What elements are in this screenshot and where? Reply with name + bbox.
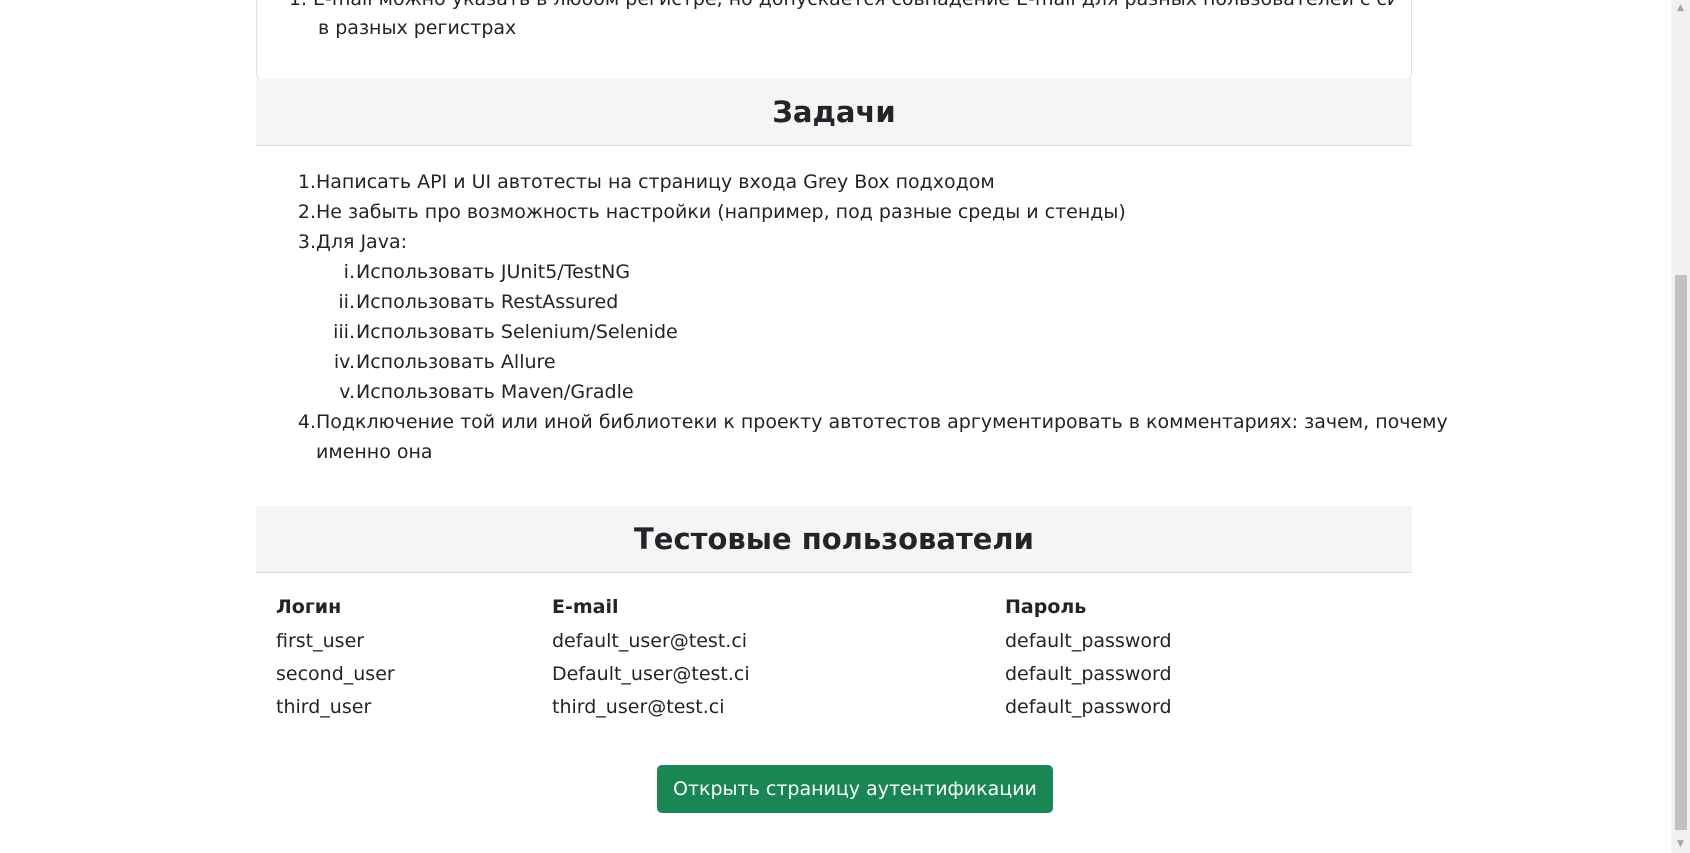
column-header-email: E-mail xyxy=(552,596,619,618)
task-text: Написать API и UI автотесты на страницу … xyxy=(316,171,995,193)
column-header-login: Логин xyxy=(276,596,342,618)
rules-item-continuation: в разных регистрах xyxy=(318,17,517,39)
rules-item-text: E-mail можно указать в любом регистре, н… xyxy=(313,0,1395,10)
tasks-section-header: Задачи xyxy=(256,79,1412,146)
task-item-continuation-row: именно она xyxy=(256,437,1412,467)
task-item: 2. Не забыть про возможность настройки (… xyxy=(256,197,1412,227)
java-subitem-number: iii. xyxy=(333,321,355,343)
users-section-header: Тестовые пользователи xyxy=(256,506,1412,573)
java-subitem-text: Использовать Selenium/Selenide xyxy=(356,321,678,343)
java-subitem-number: v. xyxy=(339,381,355,403)
rules-list-item: 1. E-mail можно указать в любом регистре,… xyxy=(285,0,1395,14)
email-cell: default_user@test.ci xyxy=(552,630,748,652)
java-subitem-text: Использовать Maven/Gradle xyxy=(356,381,634,403)
task-text: Для Java: xyxy=(316,231,407,253)
java-subitem: v. Использовать Maven/Gradle xyxy=(256,377,1412,407)
java-subitem-number: iv. xyxy=(333,351,355,373)
main-container: 1. E-mail можно указать в любом регистре,… xyxy=(256,0,1448,853)
login-cell: third_user xyxy=(276,696,372,718)
column-header-password: Пароль xyxy=(1005,596,1087,618)
task-text: Подключение той или иной библиотеки к пр… xyxy=(316,411,1448,433)
scroll-down-arrow-icon[interactable]: ▼ xyxy=(1671,836,1690,853)
vertical-scrollbar[interactable]: ▲ ▼ xyxy=(1671,0,1690,853)
task-number: 3. xyxy=(297,231,316,253)
java-subitem-text: Использовать Allure xyxy=(356,351,556,373)
task-item: 4. Подключение той или иной библиотеки к… xyxy=(256,407,1448,437)
java-subitem-number: ii. xyxy=(338,291,355,313)
task-number: 4. xyxy=(297,411,316,433)
tasks-title: Задачи xyxy=(772,95,896,129)
task-text-continuation: именно она xyxy=(316,441,433,463)
email-cell: third_user@test.ci xyxy=(552,696,725,718)
java-subitem-text: Использовать RestAssured xyxy=(356,291,619,313)
java-subitem-number: i. xyxy=(343,261,355,283)
scrollbar-thumb[interactable] xyxy=(1675,275,1687,830)
login-cell: second_user xyxy=(276,663,395,685)
java-subitem: ii. Использовать RestAssured xyxy=(256,287,1412,317)
java-subitem: iii. Использовать Selenium/Selenide xyxy=(256,317,1412,347)
scroll-up-arrow-icon[interactable]: ▲ xyxy=(1671,0,1690,17)
java-subitem: iv. Использовать Allure xyxy=(256,347,1412,377)
task-item: 1. Написать API и UI автотесты на страни… xyxy=(256,167,1412,197)
email-cell: Default_user@test.ci xyxy=(552,663,750,685)
users-title: Тестовые пользователи xyxy=(634,522,1034,556)
java-subitem: i. Использовать JUnit5/TestNG xyxy=(256,257,1412,287)
password-cell: default_password xyxy=(1005,663,1172,685)
tasks-list: 1. Написать API и UI автотесты на страни… xyxy=(256,167,1448,467)
password-cell: default_password xyxy=(1005,696,1172,718)
open-auth-page-button[interactable]: Открыть страницу аутентификации xyxy=(657,765,1053,813)
rules-item-number: 1. xyxy=(285,0,307,14)
task-text: Не забыть про возможность настройки (нап… xyxy=(316,201,1126,223)
task-item: 3. Для Java: xyxy=(256,227,1412,257)
rules-card: 1. E-mail можно указать в любом регистре,… xyxy=(256,0,1412,80)
password-cell: default_password xyxy=(1005,630,1172,652)
login-cell: first_user xyxy=(276,630,365,652)
java-subitem-text: Использовать JUnit5/TestNG xyxy=(356,261,631,283)
task-number: 2. xyxy=(297,201,316,223)
task-number: 1. xyxy=(297,171,316,193)
